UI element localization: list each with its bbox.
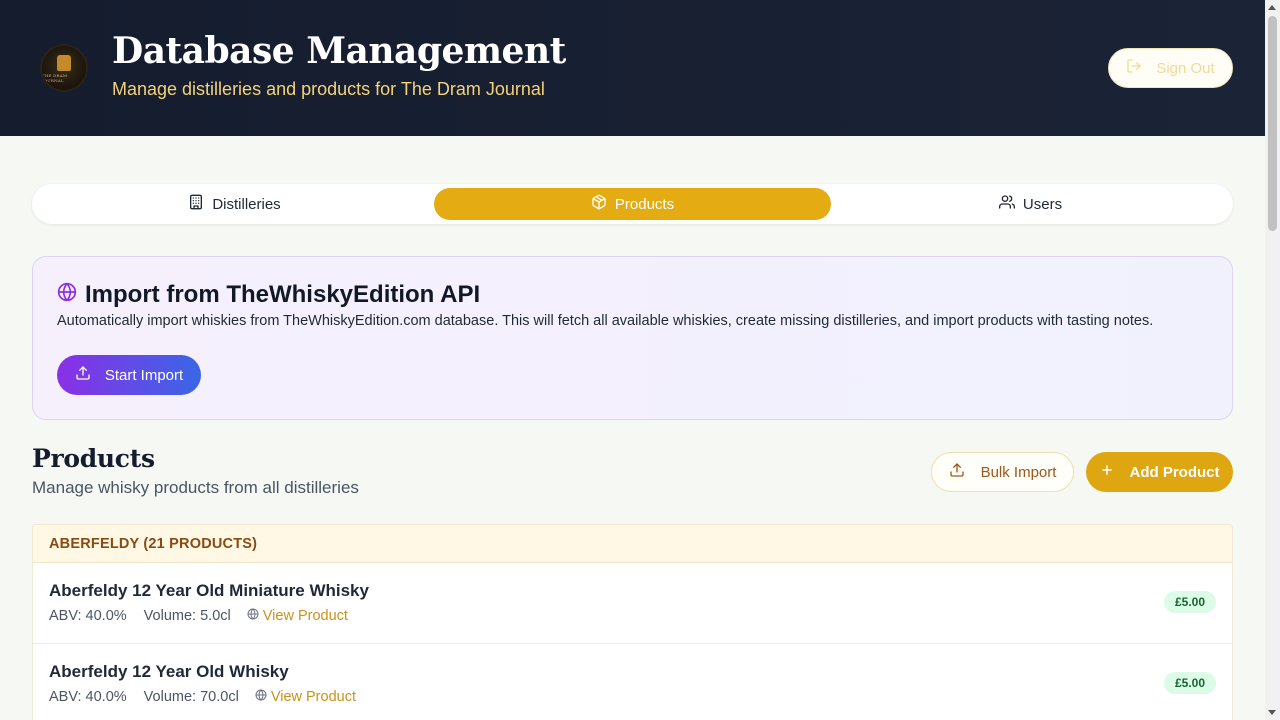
product-meta: ABV: 40.0% Volume: 70.0cl View Product bbox=[49, 689, 356, 705]
view-product-link[interactable]: View Product bbox=[255, 689, 356, 705]
price-badge: £5.00 bbox=[1163, 591, 1216, 613]
page-header: THE DRAM JOURNAL Database Management Man… bbox=[0, 0, 1265, 136]
abv-value: 40.0% bbox=[85, 689, 127, 705]
globe-icon bbox=[247, 608, 259, 624]
price-badge: £5.00 bbox=[1163, 672, 1216, 694]
add-product-button[interactable]: Add Product bbox=[1086, 452, 1233, 492]
page-scrollbar[interactable] bbox=[1265, 0, 1280, 720]
users-icon bbox=[998, 194, 1015, 214]
volume-label: Volume: bbox=[143, 689, 197, 705]
tab-users[interactable]: Users bbox=[832, 188, 1229, 220]
bulk-import-label: Bulk Import bbox=[980, 463, 1057, 481]
tab-products[interactable]: Products bbox=[434, 188, 831, 220]
plus-icon bbox=[1100, 463, 1114, 481]
logo-text: THE DRAM JOURNAL bbox=[42, 73, 68, 83]
products-section-title: Products bbox=[32, 444, 155, 473]
product-meta: ABV: 40.0% Volume: 5.0cl View Product bbox=[49, 608, 348, 624]
product-list: ABERFELDY (21 PRODUCTS) Aberfeldy 12 Yea… bbox=[32, 524, 1233, 720]
globe-icon bbox=[255, 689, 267, 705]
building-icon bbox=[188, 194, 204, 214]
tab-label: Distilleries bbox=[212, 195, 281, 213]
scrollbar-thumb[interactable] bbox=[1268, 16, 1277, 231]
section-tabs: Distilleries Products Users bbox=[32, 184, 1233, 224]
upload-icon bbox=[75, 365, 91, 385]
tab-label: Products bbox=[614, 195, 675, 213]
view-product-label: View Product bbox=[270, 689, 356, 705]
product-row[interactable]: Aberfeldy 12 Year Old Whisky ABV: 40.0% … bbox=[33, 644, 1232, 720]
upload-icon bbox=[949, 462, 965, 482]
tab-label: Users bbox=[1022, 195, 1063, 213]
sign-out-button[interactable]: Sign Out bbox=[1108, 48, 1233, 88]
product-name: Aberfeldy 12 Year Old Miniature Whisky bbox=[49, 581, 369, 600]
scroll-down-arrow-icon[interactable] bbox=[1268, 710, 1276, 715]
import-title-text: Import from TheWhiskyEdition API bbox=[85, 281, 481, 308]
view-product-label: View Product bbox=[262, 608, 348, 624]
import-description: Automatically import whiskies from TheWh… bbox=[57, 313, 1154, 329]
box-icon bbox=[591, 194, 607, 214]
bottle-icon bbox=[57, 55, 71, 71]
bulk-import-button[interactable]: Bulk Import bbox=[931, 452, 1074, 492]
volume-label: Volume: bbox=[143, 608, 197, 624]
api-import-card: Import from TheWhiskyEdition API Automat… bbox=[32, 256, 1233, 420]
start-import-button[interactable]: Start Import bbox=[57, 355, 201, 395]
page-title: Database Management bbox=[112, 30, 566, 72]
page-subtitle: Manage distilleries and products for The… bbox=[112, 79, 545, 99]
distillery-group-heading: ABERFELDY (21 PRODUCTS) bbox=[33, 525, 1232, 563]
scroll-up-arrow-icon[interactable] bbox=[1268, 5, 1276, 10]
volume-value: 5.0cl bbox=[200, 608, 231, 624]
product-row[interactable]: Aberfeldy 12 Year Old Miniature Whisky A… bbox=[33, 563, 1232, 644]
view-product-link[interactable]: View Product bbox=[247, 608, 348, 624]
add-product-label: Add Product bbox=[1129, 463, 1220, 481]
volume-value: 70.0cl bbox=[200, 689, 239, 705]
abv-label: ABV: bbox=[49, 689, 82, 705]
import-card-title: Import from TheWhiskyEdition API bbox=[57, 281, 480, 309]
abv-value: 40.0% bbox=[85, 608, 127, 624]
log-out-icon bbox=[1126, 58, 1142, 78]
dram-journal-logo[interactable]: THE DRAM JOURNAL bbox=[40, 44, 88, 92]
start-import-label: Start Import bbox=[104, 366, 184, 384]
products-section-subtitle: Manage whisky products from all distille… bbox=[32, 478, 359, 497]
globe-icon bbox=[57, 281, 77, 309]
abv-label: ABV: bbox=[49, 608, 82, 624]
product-name: Aberfeldy 12 Year Old Whisky bbox=[49, 662, 289, 681]
sign-out-label: Sign Out bbox=[1156, 59, 1215, 77]
tab-distilleries[interactable]: Distilleries bbox=[36, 188, 433, 220]
